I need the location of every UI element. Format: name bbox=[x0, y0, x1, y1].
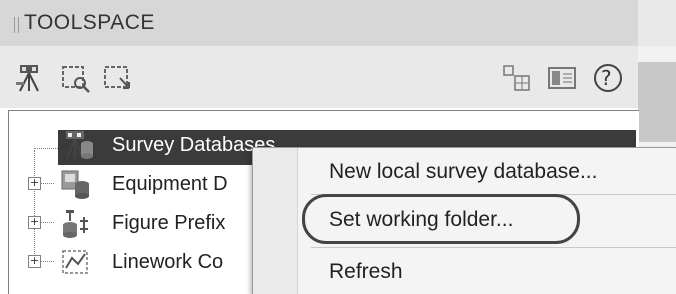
strip-header bbox=[638, 0, 676, 46]
expand-toggle[interactable]: + bbox=[28, 177, 41, 190]
tree-connector bbox=[40, 183, 54, 185]
tree-connector bbox=[40, 222, 54, 224]
help-icon[interactable]: ? bbox=[592, 62, 622, 92]
figure-prefix-icon bbox=[58, 207, 92, 241]
panel-title: TOOLSPACE bbox=[24, 11, 155, 34]
linework-code-icon bbox=[58, 246, 92, 280]
menu-separator bbox=[311, 247, 676, 248]
tree-item-label: Linework Co bbox=[112, 251, 224, 273]
expand-toggle[interactable]: + bbox=[28, 216, 41, 229]
tree-connector bbox=[40, 261, 54, 263]
drag-grip[interactable] bbox=[14, 17, 19, 33]
toolbar: ? bbox=[0, 46, 638, 108]
tree-item-label: Survey Databases bbox=[112, 134, 276, 156]
menu-item-new-local-survey-database[interactable]: New local survey database... bbox=[329, 160, 597, 184]
network-grid-icon[interactable] bbox=[500, 62, 530, 92]
menu-item-refresh[interactable]: Refresh bbox=[329, 260, 403, 284]
help-glyph: ? bbox=[601, 66, 612, 90]
tree-item-label: Equipment D bbox=[112, 173, 228, 195]
survey-database-icon bbox=[62, 128, 94, 162]
tree-item-label: Figure Prefix bbox=[112, 212, 226, 234]
equipment-database-icon bbox=[58, 168, 92, 202]
zoom-window-icon[interactable] bbox=[60, 62, 90, 93]
menu-icon-gutter bbox=[253, 148, 298, 294]
pan-window-icon[interactable] bbox=[102, 62, 132, 92]
expand-toggle[interactable]: + bbox=[28, 255, 41, 268]
scrollbar-thumb[interactable] bbox=[638, 62, 676, 142]
survey-tripod-icon[interactable] bbox=[14, 62, 44, 92]
tree-connector-vertical bbox=[34, 150, 36, 262]
toolspace-title-bar[interactable]: TOOLSPACE bbox=[0, 0, 638, 46]
panel-list-icon[interactable] bbox=[546, 62, 576, 92]
highlight-callout-oval bbox=[302, 194, 580, 244]
